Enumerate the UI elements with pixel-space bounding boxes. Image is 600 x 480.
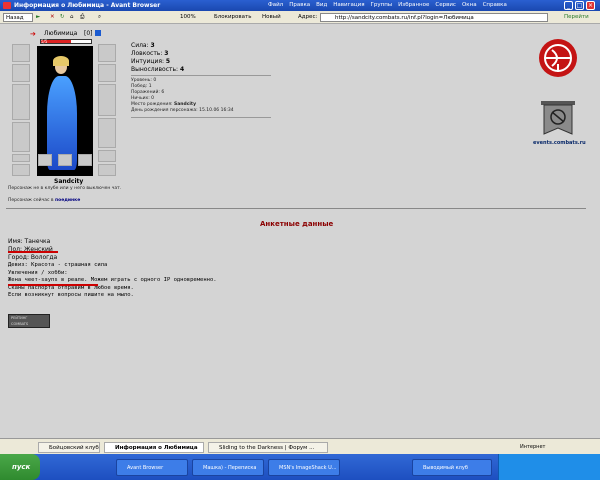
app-icon: [3, 2, 11, 9]
stop-icon[interactable]: ✕: [50, 13, 55, 22]
menu-navigation[interactable]: Навигация: [333, 2, 364, 8]
block-button[interactable]: Блокировать: [205, 13, 251, 22]
bottom-slot-5[interactable]: [98, 164, 116, 176]
profile-hobby-line2: Сканы паспорта отправим в любое время.: [8, 284, 134, 291]
home-icon[interactable]: ⌂: [70, 13, 74, 22]
search-icon[interactable]: ⌕: [98, 13, 101, 22]
info-icon[interactable]: [95, 30, 101, 36]
start-button[interactable]: пуск: [0, 454, 40, 480]
location-link[interactable]: поединке: [55, 198, 80, 203]
menu-view[interactable]: Вид: [316, 2, 327, 8]
profile-hobby-label: Увлечения / хобби:: [8, 269, 68, 276]
menu-help[interactable]: Справка: [483, 2, 507, 8]
print-icon[interactable]: ⎙: [80, 13, 84, 22]
menu-windows[interactable]: Окна: [462, 2, 477, 8]
location-line: Персонаж сейчас в поединке: [8, 198, 80, 204]
belt-slot[interactable]: [12, 154, 30, 162]
page-content: ➔ Любимица [0] 5/5 Sandcity Персонаж не …: [0, 24, 600, 438]
address-field[interactable]: http://sandcity.combats.ru/inf.pl?login=…: [320, 13, 548, 22]
tab-character-info[interactable]: Информация о Любимица: [104, 442, 204, 453]
taskbar-item-club[interactable]: Выводимый клуб: [412, 459, 492, 476]
gender-underline: [8, 251, 58, 253]
profile-extra: Девиз: Красота - страшная сила Увлечения…: [8, 262, 217, 300]
hp-text: 5/5: [41, 39, 48, 44]
hobby-underline: [8, 284, 98, 286]
maximize-button[interactable]: □: [575, 1, 584, 10]
menu-bar: Файл Правка Вид Навигация Группы Избранное Сер…: [268, 2, 513, 8]
window-title: Информация о Любимица - Avant Browser: [14, 2, 161, 9]
minimize-button[interactable]: _: [564, 1, 573, 10]
divider: [131, 75, 271, 76]
arrow-icon: ➔: [30, 30, 36, 38]
menu-file[interactable]: Файл: [268, 2, 283, 8]
stat-row: Интуиция: 5: [131, 58, 171, 65]
tab-forum[interactable]: Sliding to the Darkness | Форум ...: [208, 442, 328, 453]
profile-gender: Пол: Женский: [8, 246, 53, 253]
shield-slot[interactable]: [98, 84, 116, 116]
address-label: Адрес:: [298, 14, 318, 20]
menu-tools[interactable]: Сервис: [435, 2, 456, 8]
forward-icon[interactable]: ►: [36, 13, 46, 22]
hp-bar: [40, 39, 92, 44]
taskbar-item-browser[interactable]: Avant Browser: [116, 459, 188, 476]
system-tray: [498, 454, 600, 480]
stat-row: Выносливость: 4: [131, 66, 185, 73]
weapon-slot[interactable]: [12, 84, 30, 120]
status-line: Персонаж не в клубе или у него выключен …: [8, 186, 122, 191]
tab-fight-club[interactable]: Бойцовский клуб: [38, 442, 100, 453]
boots-slot[interactable]: [98, 150, 116, 162]
leggings-slot[interactable]: [98, 118, 116, 148]
title-bar: Информация о Любимица - Avant Browser Фа…: [0, 0, 600, 11]
profile-motto: Девиз: Красота - страшная сила: [8, 262, 108, 268]
go-button[interactable]: Перейти: [556, 13, 589, 22]
profile-basic: Имя: Танечка Пол: Женский Город: Вологда: [8, 238, 57, 262]
divider: [131, 117, 271, 118]
profile-name: Имя: Танечка: [8, 238, 51, 245]
character-name: Любимица: [44, 30, 78, 37]
new-button[interactable]: Новый: [262, 13, 281, 22]
status-zone: Интернет: [520, 444, 546, 450]
stat-row: Ловкость: 3: [131, 50, 169, 57]
menu-edit[interactable]: Правка: [289, 2, 310, 8]
archer-emblem-icon[interactable]: [538, 38, 578, 78]
back-button[interactable]: Назад: [3, 13, 33, 22]
events-banner-icon[interactable]: [540, 100, 576, 138]
helmet-slot[interactable]: [12, 44, 30, 62]
menu-favorites[interactable]: Избранное: [398, 2, 429, 8]
rings-slot[interactable]: [98, 64, 116, 82]
info-block: Уровень: 0 Побед: 1 Поражений: 6 Ничьих:…: [131, 78, 234, 114]
location-prefix: Персонаж сейчас в: [8, 198, 54, 203]
bottom-slot-4[interactable]: [78, 154, 92, 166]
section-divider: [6, 208, 586, 209]
character-city: Sandcity: [54, 178, 84, 185]
profile-heading: Анкетные данные: [260, 220, 334, 228]
armor-slot[interactable]: [12, 122, 30, 152]
menu-groups[interactable]: Группы: [371, 2, 393, 8]
taskbar-item-imageshack[interactable]: MSN's ImageShack U...: [268, 459, 340, 476]
zoom-select[interactable]: 100%: [180, 13, 196, 22]
stats-block: Сила: 3 Ловкость: 3 Интуиция: 5 Вынослив…: [131, 42, 184, 74]
amulet-slot[interactable]: [12, 64, 30, 82]
profile-city: Город: Вологда: [8, 254, 58, 261]
events-link[interactable]: events.combats.ru: [533, 140, 586, 146]
stat-row: Сила: 3: [131, 42, 155, 49]
info-row: День рождения персонажа: 15.10.06 16:34: [131, 108, 234, 113]
profile-hobby-line3: Если возникнут вопросы пишите на мыло.: [8, 292, 134, 298]
refresh-icon[interactable]: ↻: [60, 13, 65, 22]
bottom-slot-2[interactable]: [38, 154, 52, 166]
gloves-slot[interactable]: [98, 44, 116, 62]
rating-badge[interactable]: РЕЙТИНГ COMBATS: [8, 314, 50, 328]
toolbar: Назад ► ✕ ↻ ⌂ ⎙ ⌕ 100% Блокировать Новый…: [0, 11, 600, 24]
taskbar-item-chat[interactable]: Машка) - Переписка: [192, 459, 264, 476]
bottom-slot-3[interactable]: [58, 154, 72, 166]
close-button[interactable]: ×: [586, 1, 595, 10]
tab-bar: Бойцовский клуб Информация о Любимица Sl…: [0, 438, 600, 454]
character-level: [0]: [84, 30, 93, 37]
bottom-slot-1[interactable]: [12, 164, 30, 176]
